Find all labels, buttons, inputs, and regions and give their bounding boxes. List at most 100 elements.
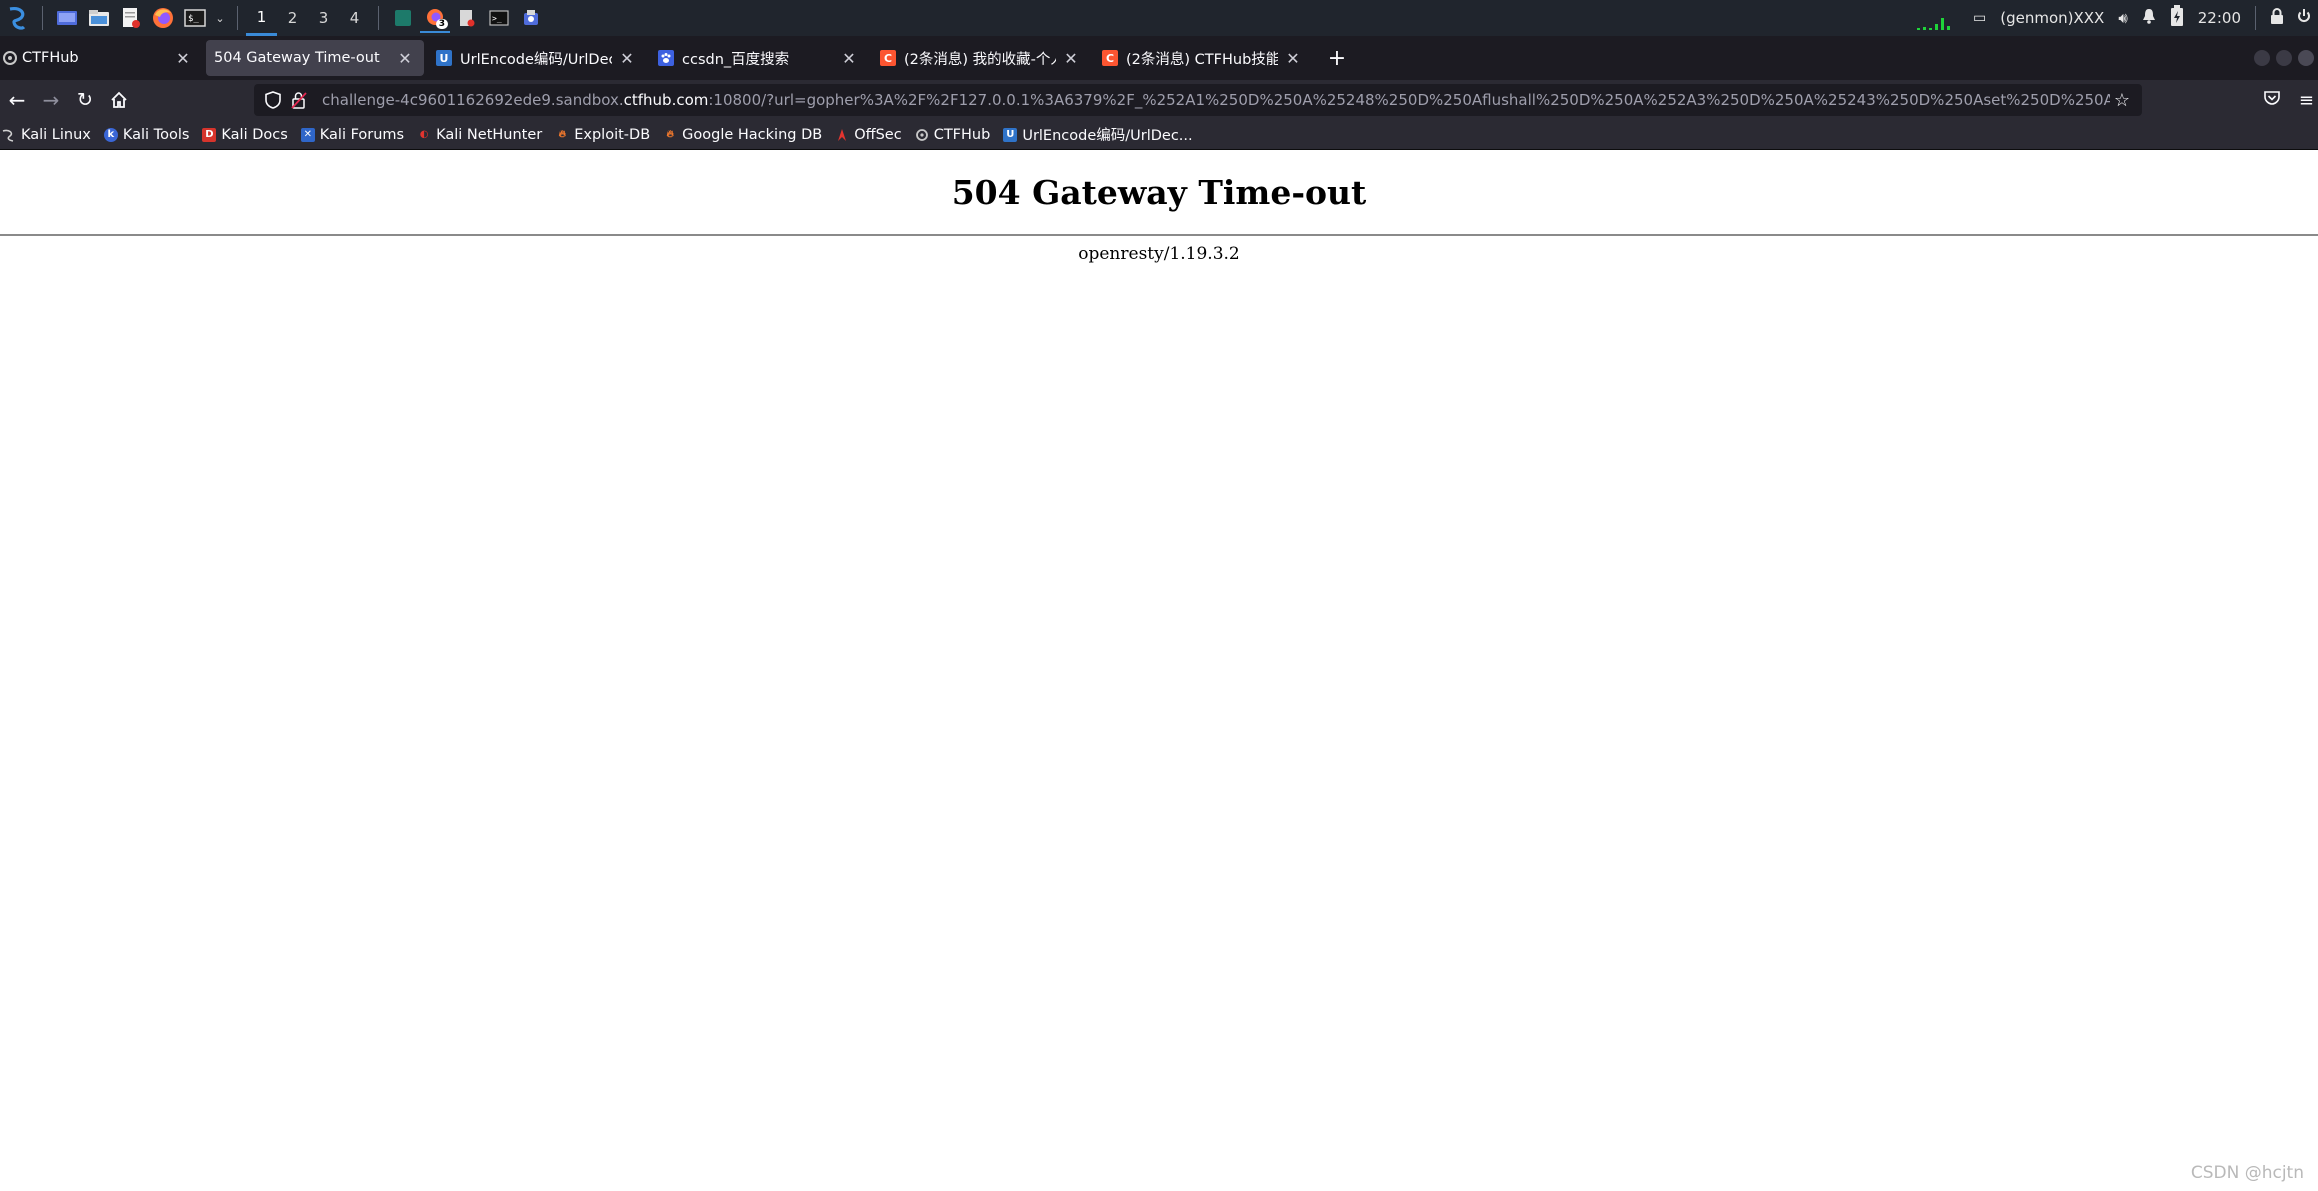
taskbar-firefox-icon[interactable]: 3 — [420, 3, 450, 33]
close-icon[interactable]: ✕ — [1284, 49, 1302, 68]
taskbar-terminal-icon[interactable]: >_ — [484, 3, 514, 33]
csdn-icon: C — [1102, 50, 1118, 66]
workspace-3[interactable]: 3 — [308, 0, 339, 36]
page-content: 504 Gateway Time-out openresty/1.19.3.2 … — [0, 151, 2318, 1191]
kali-menu-icon[interactable] — [3, 3, 33, 33]
insecure-lock-icon[interactable] — [288, 89, 310, 111]
lock-icon[interactable] — [2270, 8, 2284, 28]
bookmark-star-icon[interactable]: ☆ — [2110, 90, 2134, 111]
bookmark-label: Kali Linux — [21, 126, 91, 143]
terminal-icon[interactable]: $_ — [180, 3, 210, 33]
toolbar-right: ≡ — [2263, 80, 2318, 120]
bookmark-label: OffSec — [854, 126, 902, 143]
battery-icon[interactable] — [2170, 5, 2184, 31]
bookmark-label: Kali Forums — [319, 126, 405, 143]
top-panel: $_ ⌄ 1 2 3 4 3 >_ ▭ (genmon)XXX 🔊︎ 22:00 — [0, 0, 2318, 36]
address-bar[interactable]: challenge-4c9601162692ede9.sandbox.ctfhu… — [254, 84, 2142, 116]
close-icon[interactable]: ✕ — [840, 49, 858, 68]
pocket-icon[interactable] — [2263, 90, 2281, 110]
watermark: CSDN @hcjtn — [2190, 1163, 2304, 1183]
panel-tray: ▭ (genmon)XXX 🔊︎ 22:00 — [1915, 0, 2318, 36]
tab-csdn-ctfhub-skilltree[interactable]: C (2条消息) CTFHub技能树 ✕ — [1094, 40, 1312, 76]
bookmark-google-hacking-db[interactable]: 🔥︎ Google Hacking DB — [663, 127, 822, 143]
urlencode-icon: U — [1003, 127, 1018, 142]
url-host: ctfhub.com — [623, 91, 709, 109]
tab-urlencode[interactable]: U UrlEncode编码/UrlDecode ✕ — [428, 40, 646, 76]
bookmark-label: Google Hacking DB — [682, 126, 823, 143]
workspace-1[interactable]: 1 — [246, 0, 277, 36]
bookmark-kali-nethunter[interactable]: ◐ Kali NetHunter — [417, 127, 542, 143]
svg-text:$_: $_ — [188, 14, 199, 24]
bookmark-kali-forums[interactable]: ✕ Kali Forums — [300, 126, 405, 143]
bookmark-ctfhub[interactable]: CTFHub — [915, 127, 990, 143]
workspace-2[interactable]: 2 — [277, 0, 308, 36]
ctfhub-icon — [915, 128, 929, 142]
bookmark-label: UrlEncode编码/UrlDec... — [1022, 128, 1193, 144]
taskbar-screenshot-icon[interactable] — [516, 3, 546, 33]
nethunter-icon: ◐ — [419, 129, 429, 140]
tab-title: 504 Gateway Time-out — [214, 50, 380, 66]
bookmark-kali-tools[interactable]: k Kali Tools — [103, 126, 190, 143]
url-text[interactable]: challenge-4c9601162692ede9.sandbox.ctfhu… — [322, 91, 2110, 109]
new-tab-plus-icon[interactable]: + — [1322, 43, 1352, 73]
svg-text:>_: >_ — [492, 14, 502, 23]
kali-dragon-icon — [2, 128, 16, 142]
volume-icon[interactable]: 🔊︎ — [2118, 9, 2127, 27]
clock[interactable]: 22:00 — [2198, 9, 2241, 27]
bookmark-label: Kali NetHunter — [436, 126, 543, 143]
divider — [0, 234, 2318, 236]
close-icon[interactable]: ✕ — [396, 49, 414, 68]
bookmark-kali-linux[interactable]: Kali Linux — [2, 127, 91, 143]
close-icon[interactable]: ✕ — [618, 49, 636, 68]
firefox-icon[interactable] — [148, 3, 178, 33]
urlencode-icon: U — [436, 50, 452, 66]
reload-icon[interactable]: ↻ — [68, 83, 102, 117]
launcher-group: $_ ⌄ 1 2 3 4 3 >_ — [0, 0, 547, 36]
bookmark-kali-docs[interactable]: D Kali Docs — [202, 126, 288, 143]
bookmark-exploit-db[interactable]: 🔥︎ Exploit-DB — [555, 126, 651, 143]
text-editor-icon[interactable] — [116, 3, 146, 33]
genmon-monitor-icon: ▭ — [1972, 10, 1987, 26]
workspace-switcher: 1 2 3 4 — [246, 0, 370, 36]
ctfhub-icon — [2, 50, 18, 66]
close-icon[interactable]: ✕ — [174, 49, 192, 68]
bookmark-urlencode[interactable]: U UrlEncode编码/UrlDec... — [1003, 124, 1193, 145]
notification-bell-icon[interactable] — [2142, 8, 2156, 28]
close-icon[interactable]: ✕ — [1062, 49, 1080, 68]
taskbar-editor-icon[interactable] — [452, 3, 482, 33]
tab-title: (2条消息) 我的收藏-个人中 — [904, 51, 1056, 68]
close-window-button[interactable] — [2298, 50, 2314, 66]
bookmark-offsec[interactable]: OffSec — [835, 127, 902, 143]
offsec-icon — [835, 128, 849, 142]
bookmark-label: Exploit-DB — [574, 126, 651, 143]
tracking-shield-icon[interactable] — [262, 89, 284, 111]
chevron-down-icon[interactable]: ⌄ — [212, 3, 228, 33]
tab-csdn-favorites[interactable]: C (2条消息) 我的收藏-个人中 ✕ — [872, 40, 1090, 76]
tab-ccsdn-baidu[interactable]: ccsdn_百度搜索 ✕ — [650, 40, 868, 76]
show-desktop-icon[interactable] — [52, 3, 82, 33]
bookmark-label: Kali Docs — [221, 126, 288, 143]
taskbar-app-icon[interactable] — [388, 3, 418, 33]
power-icon[interactable] — [2298, 8, 2310, 28]
kali-tools-icon: k — [103, 127, 118, 142]
bookmarks-toolbar: Kali Linux k Kali Tools D Kali Docs ✕ Ka… — [0, 120, 2318, 150]
panel-separator — [2255, 6, 2256, 30]
tab-ctfhub[interactable]: CTFHub ✕ — [0, 40, 202, 76]
exploit-db-icon: 🔥︎ — [558, 129, 566, 140]
back-arrow-icon[interactable]: ← — [0, 83, 34, 117]
home-icon[interactable] — [102, 83, 136, 117]
navigation-toolbar: ← → ↻ challenge-4c9601162692ede9.sandbox… — [0, 80, 2318, 120]
workspace-4[interactable]: 4 — [339, 0, 370, 36]
page-title: 504 Gateway Time-out — [951, 173, 1367, 212]
genmon-label[interactable]: (genmon)XXX — [2000, 9, 2104, 27]
maximize-button[interactable] — [2276, 50, 2292, 66]
menu-hamburger-icon[interactable]: ≡ — [2299, 90, 2314, 111]
file-manager-icon[interactable] — [84, 3, 114, 33]
tab-504-gateway-timeout[interactable]: 504 Gateway Time-out ✕ — [206, 40, 424, 76]
forward-arrow-icon[interactable]: → — [34, 83, 68, 117]
minimize-button[interactable] — [2254, 50, 2270, 66]
kali-docs-icon: D — [202, 127, 217, 142]
window-controls — [2254, 36, 2318, 80]
bookmark-label: Kali Tools — [122, 126, 190, 143]
kali-forums-icon: ✕ — [300, 127, 315, 142]
